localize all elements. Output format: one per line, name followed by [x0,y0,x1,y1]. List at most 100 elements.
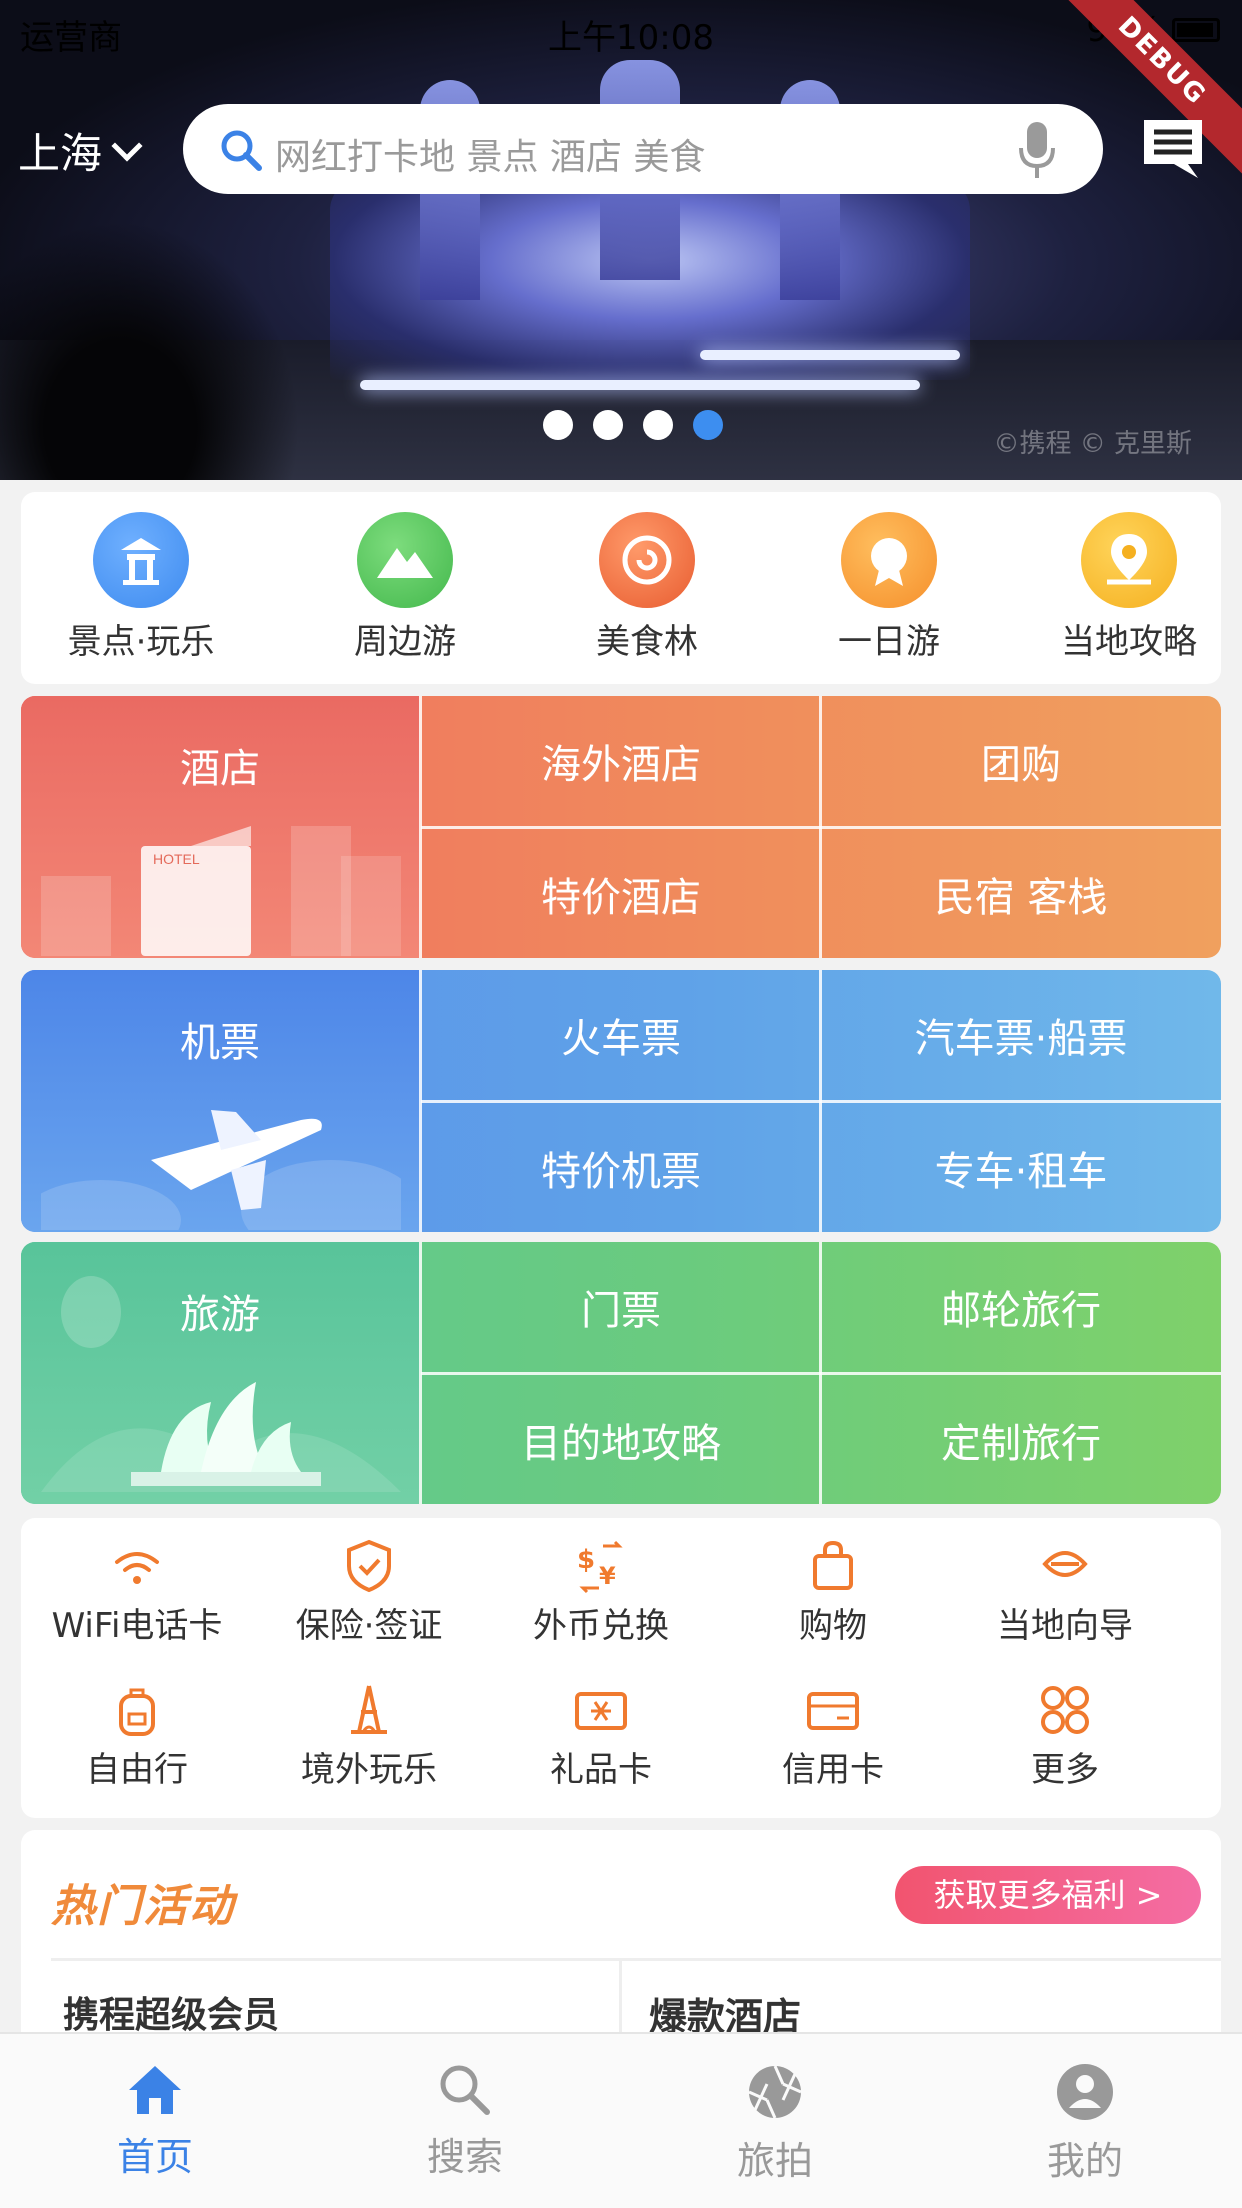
quick-nav-label: 景点·玩乐 [67,622,215,662]
tab-label: 我的 [1046,2139,1123,2183]
grid-cell-cruise[interactable]: 邮轮旅行 [822,1242,1220,1372]
service-local-guide[interactable]: 当地向导 [949,1538,1181,1647]
bottom-tab-bar: 首页 搜索 旅拍 我的 [0,2032,1242,2208]
service-label: 境外玩乐 [301,1750,437,1790]
service-shopping[interactable]: 购物 [717,1538,949,1647]
service-more[interactable]: 更多 [949,1682,1181,1791]
clock: 上午10:08 [548,18,714,58]
carousel-indicator [0,410,1242,440]
service-label: 自由行 [86,1750,188,1790]
banner-light-strip [360,380,920,390]
camera-shutter-icon [748,2065,802,2119]
flight-tile-title: 机票 [180,1020,260,1066]
service-overseas-fun[interactable]: 境外玩乐 [253,1682,485,1791]
carousel-dot[interactable] [593,410,623,440]
tab-travel-photo[interactable]: 旅拍 [675,2062,875,2185]
tab-label: 旅拍 [736,2139,813,2183]
travel-main-tile[interactable]: 旅游 [21,1242,419,1504]
status-bar: 运营商 上午10:08 90% [0,0,1242,60]
gift-card-icon [575,1692,627,1730]
carrier-label: 运营商 [20,18,122,58]
microphone-icon[interactable] [1015,120,1059,180]
quick-nav-label: 美食林 [596,622,698,662]
hot-activity-title: 热门活动 [51,1881,235,1932]
shopping-bag-icon [813,1540,853,1590]
tab-search[interactable]: 搜索 [365,2062,565,2181]
search-bar[interactable]: 网红打卡地 景点 酒店 美食 [183,104,1103,194]
quick-nav-label: 一日游 [838,622,940,662]
banner-crowd [0,220,300,480]
currency-exchange-icon: $ ¥ [577,1540,623,1594]
airplane-illustration [41,1110,401,1230]
home-icon [129,2066,181,2114]
service-label: 购物 [799,1606,867,1646]
grid-cell-car-rental[interactable]: 专车·租车 [822,1103,1220,1232]
tab-label: 搜索 [426,2135,503,2179]
hotel-illustration: HOTEL [41,826,401,956]
guide-icon [1042,1551,1088,1577]
quick-nav-local-guide[interactable]: 当地攻略 [1029,512,1229,663]
service-label: WiFi电话卡 [51,1606,223,1646]
service-free-travel[interactable]: 自由行 [21,1682,253,1791]
quick-nav-attractions[interactable]: 景点·玩乐 [41,512,241,663]
more-grid-icon [1041,1686,1089,1734]
pavilion-icon [93,512,189,608]
grid-cell-destination-guide[interactable]: 目的地攻略 [422,1375,820,1504]
service-label: 礼品卡 [550,1750,652,1790]
grid-cell-overseas-hotel[interactable]: 海外酒店 [422,696,820,826]
hotel-main-tile[interactable]: 酒店 HOTEL [21,696,419,958]
grid-cell-custom-travel[interactable]: 定制旅行 [822,1375,1220,1504]
quick-nav-day-trip[interactable]: 一日游 [789,512,989,663]
backpack-icon [119,1688,155,1736]
get-more-benefits-button[interactable]: 获取更多福利 > [895,1866,1201,1924]
carousel-dot[interactable] [643,410,673,440]
service-credit-card[interactable]: 信用卡 [717,1682,949,1791]
grid-cell-group-buy[interactable]: 团购 [822,696,1220,826]
service-label: 当地向导 [997,1606,1133,1646]
quick-nav-nearby[interactable]: 周边游 [305,512,505,663]
service-label: 外币兑换 [533,1606,669,1646]
carousel-dot[interactable] [543,410,573,440]
carousel-dot-active[interactable] [693,410,723,440]
message-icon[interactable] [1140,116,1206,182]
service-insurance-visa[interactable]: 保险·签证 [253,1538,485,1647]
shield-icon [347,1539,391,1593]
user-icon [1057,2064,1113,2120]
search-icon [440,2065,490,2115]
grid-cell-bus-ship[interactable]: 汽车票·船票 [822,970,1220,1100]
activity-card-title[interactable]: 携程超级会员 [63,1986,279,2038]
banner-light-strip [700,350,960,360]
quick-nav-food[interactable]: 美食林 [547,512,747,663]
city-selector[interactable]: 上海 [18,120,143,181]
service-label: 保险·签证 [295,1606,443,1646]
map-pin-icon [1081,512,1177,608]
tab-profile[interactable]: 我的 [985,2062,1185,2185]
chevron-down-icon [111,129,143,162]
service-label: 信用卡 [782,1750,884,1790]
tab-home[interactable]: 首页 [55,2062,255,2181]
wifi-icon [115,1552,159,1584]
service-gift-card[interactable]: 礼品卡 [485,1682,717,1791]
flight-main-tile[interactable]: 机票 [21,970,419,1232]
eiffel-tower-icon [351,1685,387,1734]
opera-house-illustration [41,1276,401,1492]
search-icon [221,130,262,171]
grid-cell-discount-hotel[interactable]: 特价酒店 [422,829,820,958]
banner-carousel[interactable]: ©携程 © 克里斯 [0,0,1242,480]
service-currency[interactable]: $ ¥ 外币兑换 [485,1538,717,1647]
quick-nav-label: 周边游 [354,622,456,662]
service-label: 更多 [1031,1750,1099,1790]
badge-icon [841,512,937,608]
food-icon [599,512,695,608]
grid-cell-discount-flight[interactable]: 特价机票 [422,1103,820,1232]
service-wifi[interactable]: WiFi电话卡 [21,1538,253,1647]
section-divider [51,1958,1221,1961]
grid-cell-train[interactable]: 火车票 [422,970,820,1100]
battery-icon [1172,18,1220,42]
credit-card-icon [807,1692,859,1730]
svg-text:HOTEL: HOTEL [153,851,200,867]
grid-cell-tickets[interactable]: 门票 [422,1242,820,1372]
grid-cell-homestay[interactable]: 民宿 客栈 [822,829,1220,958]
quick-nav-label: 当地攻略 [1061,622,1197,662]
city-label: 上海 [18,129,103,178]
